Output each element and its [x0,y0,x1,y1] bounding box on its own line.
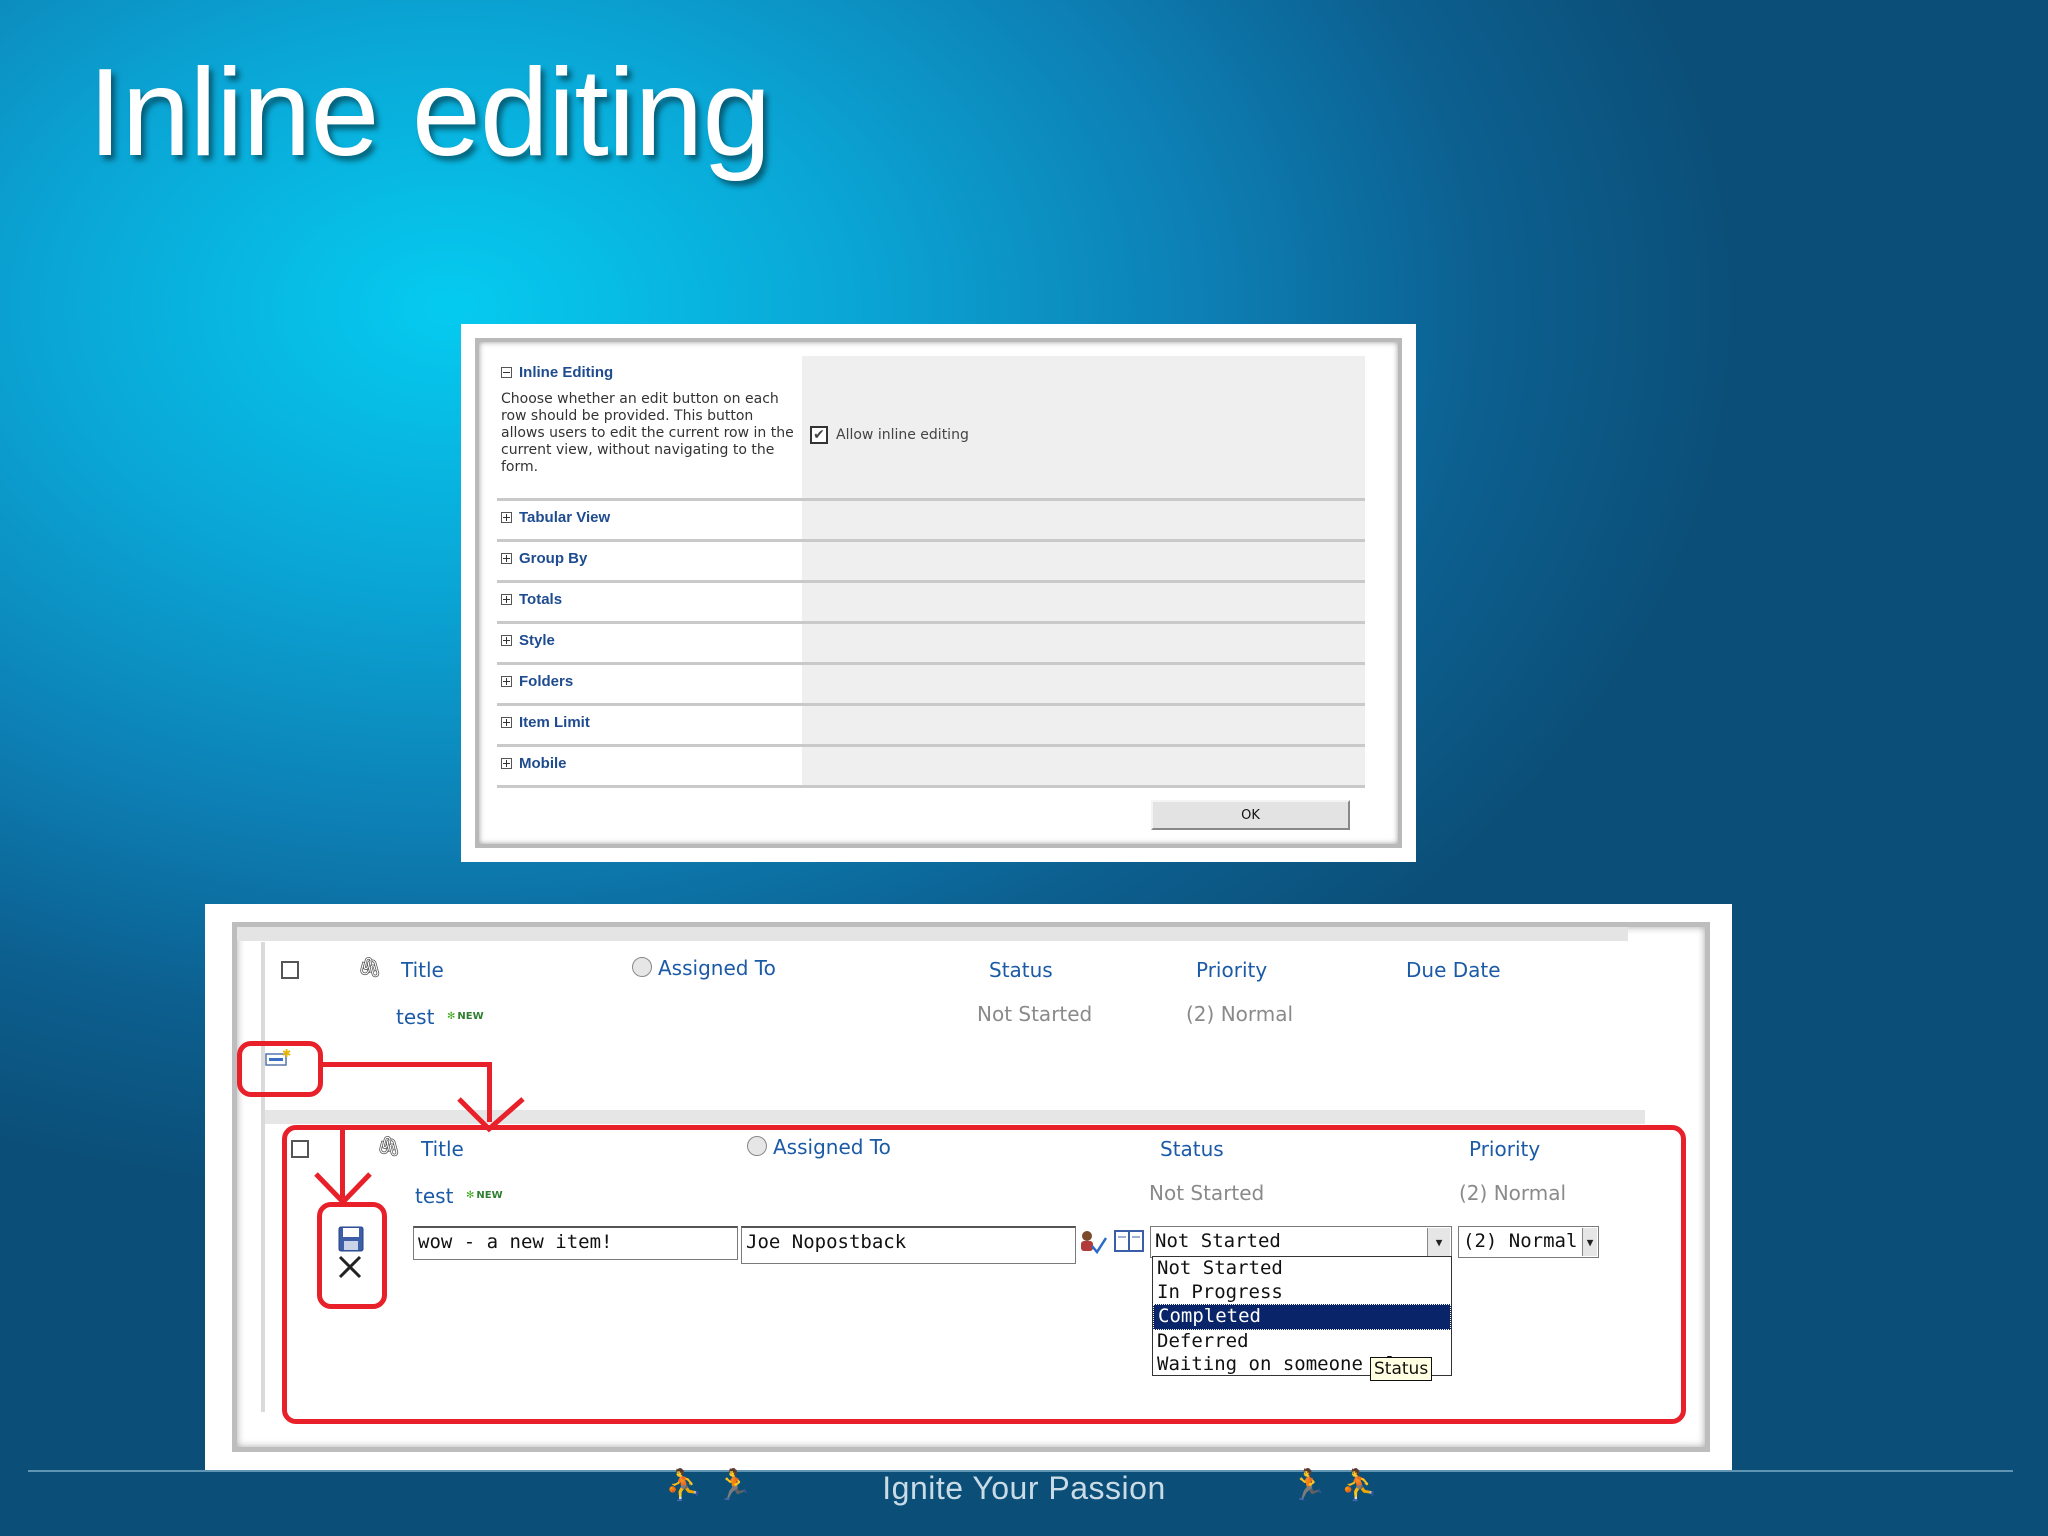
attachment-icon: 🖇 [357,955,383,979]
expand-icon[interactable] [501,553,512,564]
expand-icon[interactable] [501,594,512,605]
annotation-edit-row-highlight [282,1125,1686,1424]
settings-section-item-limit: Item Limit [497,706,1365,747]
expand-icon[interactable] [501,758,512,769]
allow-inline-editing-label: Allow inline editing [836,427,969,443]
inline-editing-settings-screenshot: Inline Editing Choose whether an edit bu… [461,324,1416,862]
expand-icon[interactable] [501,676,512,687]
new-badge: ✻ NEW [447,1011,484,1022]
column-status[interactable]: Status [989,958,1053,982]
settings-section-inline-editing: Inline Editing Choose whether an edit bu… [497,356,1365,501]
section-header-tabular-view[interactable]: Tabular View [501,509,798,526]
section-header-inline-editing[interactable]: Inline Editing [501,364,798,381]
expand-icon[interactable] [501,635,512,646]
item-status: Not Started [977,1002,1093,1026]
annotation-save-cancel-highlight [317,1202,387,1309]
item-title-link[interactable]: test [396,1005,434,1029]
settings-section-tabular-view: Tabular View [497,501,1365,542]
allow-inline-editing-option: ✔ Allow inline editing [810,426,969,444]
settings-section-folders: Folders [497,665,1365,706]
section-header-totals[interactable]: Totals [501,591,798,608]
column-title[interactable]: Title [401,958,444,982]
settings-section-group-by: Group By [497,542,1365,583]
section-header-group-by[interactable]: Group By [501,550,798,567]
column-assigned-to[interactable]: Assigned To [632,956,776,980]
settings-panel: Inline Editing Choose whether an edit bu… [497,356,1365,788]
ok-button[interactable]: OK [1151,800,1350,830]
slide-title: Inline editing [88,44,771,182]
section-description: Choose whether an edit button on each ro… [501,391,794,475]
section-header-folders[interactable]: Folders [501,673,798,690]
expand-icon[interactable] [501,717,512,728]
presence-icon [632,957,652,977]
item-priority: (2) Normal [1186,1002,1294,1026]
settings-frame: Inline Editing Choose whether an edit bu… [475,338,1402,848]
header-bar [237,927,1628,941]
expand-icon[interactable] [501,512,512,523]
section-header-item-limit[interactable]: Item Limit [501,714,798,731]
collapse-icon[interactable] [501,367,512,378]
annotation-arrowhead [457,1097,525,1133]
section-header-style[interactable]: Style [501,632,798,649]
settings-section-mobile: Mobile [497,747,1365,788]
column-due-date[interactable]: Due Date [1406,958,1501,982]
annotation-arrow-line [323,1062,492,1067]
settings-section-style: Style [497,624,1365,665]
annotation-edit-button-highlight [237,1041,323,1097]
section-header-mobile[interactable]: Mobile [501,755,798,772]
annotation-arrowhead [314,1172,372,1206]
allow-inline-editing-checkbox[interactable]: ✔ [810,426,828,444]
left-border [261,942,265,1412]
footer-tagline: Ignite Your Passion [882,1470,1166,1506]
column-priority[interactable]: Priority [1196,958,1267,982]
settings-section-totals: Totals [497,583,1365,624]
select-all-checkbox[interactable] [281,961,299,979]
